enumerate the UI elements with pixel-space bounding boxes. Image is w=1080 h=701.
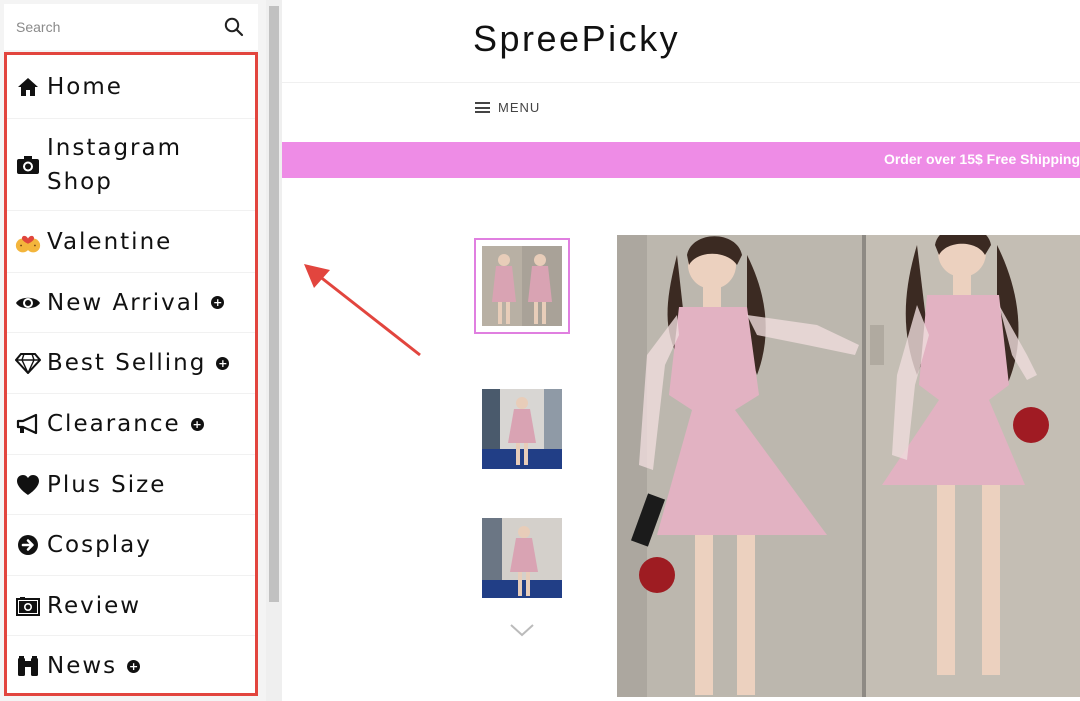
sidebar-item-valentine[interactable]: Valentine [7, 211, 255, 273]
photo-camera-icon [15, 593, 41, 619]
site-title[interactable]: SpreePicky [473, 18, 680, 60]
sidebar-item-label: Best Selling [47, 350, 207, 376]
expand-icon[interactable]: + [216, 356, 230, 370]
menu-label: MENU [498, 100, 541, 115]
sidebar-item-best-selling[interactable]: Best Selling + [7, 333, 255, 394]
product-thumbnail[interactable] [474, 381, 570, 477]
sidebar-item-label: New Arrival [47, 289, 202, 316]
expand-icon[interactable]: + [127, 659, 141, 673]
sidebar-item-label: Cosplay [47, 532, 152, 558]
heart-icon [15, 472, 41, 498]
search-input[interactable] [16, 19, 222, 35]
annotation-arrow-icon [304, 264, 421, 357]
product-thumbnail[interactable] [474, 510, 570, 606]
sidebar-item-label: Valentine [47, 228, 173, 255]
menu-toggle-button[interactable]: MENU [475, 100, 540, 115]
search-box [4, 4, 258, 50]
sidebar-item-label: Home [47, 73, 123, 100]
header-divider [282, 82, 1080, 83]
sidebar-item-label: Instagram Shop [47, 134, 183, 195]
scrollbar-thumb[interactable] [269, 6, 279, 602]
sidebar-item-label: News [47, 653, 118, 679]
sidebar-item-plus-size[interactable]: Plus Size [7, 455, 255, 515]
expand-icon[interactable]: + [190, 417, 204, 431]
sidebar-item-clearance[interactable]: Clearance + [7, 394, 255, 455]
sidebar-item-new-arrival[interactable]: New Arrival + [7, 273, 255, 333]
home-icon [15, 74, 41, 100]
sidebar-item-label: Plus Size [47, 471, 167, 498]
promo-text: Order over 15$ Free Shipping [883, 151, 1080, 167]
binoculars-icon [15, 653, 41, 679]
sidebar-item-cosplay[interactable]: Cosplay [7, 515, 255, 576]
sidebar-item-instagram-shop[interactable]: Instagram Shop [7, 119, 255, 211]
couple-kiss-icon [15, 229, 41, 255]
chevron-down-icon[interactable] [509, 622, 535, 638]
camera-icon [15, 152, 41, 178]
arrow-circle-right-icon [15, 532, 41, 558]
product-main-image[interactable] [617, 235, 1080, 697]
app-window: Home Instagram Shop Valentine New Arriva… [0, 0, 1080, 701]
sidebar-item-news[interactable]: News + [7, 636, 255, 693]
expand-icon[interactable]: + [211, 296, 225, 309]
sidebar-item-home[interactable]: Home [7, 55, 255, 119]
sidebar-menu: Home Instagram Shop Valentine New Arriva… [4, 52, 258, 696]
diamond-icon [15, 350, 41, 376]
sidebar: Home Instagram Shop Valentine New Arriva… [0, 0, 266, 701]
search-icon[interactable] [222, 15, 246, 39]
sidebar-scrollbar[interactable] [266, 0, 282, 701]
hamburger-icon [475, 102, 490, 113]
sidebar-item-label: Review [47, 592, 142, 619]
sidebar-item-review[interactable]: Review [7, 576, 255, 636]
product-thumbnail[interactable] [474, 238, 570, 334]
megaphone-icon [15, 411, 41, 437]
sidebar-item-label: Clearance [47, 411, 181, 437]
promo-banner: Order over 15$ Free Shipping [282, 142, 1080, 178]
eye-icon [15, 290, 41, 316]
